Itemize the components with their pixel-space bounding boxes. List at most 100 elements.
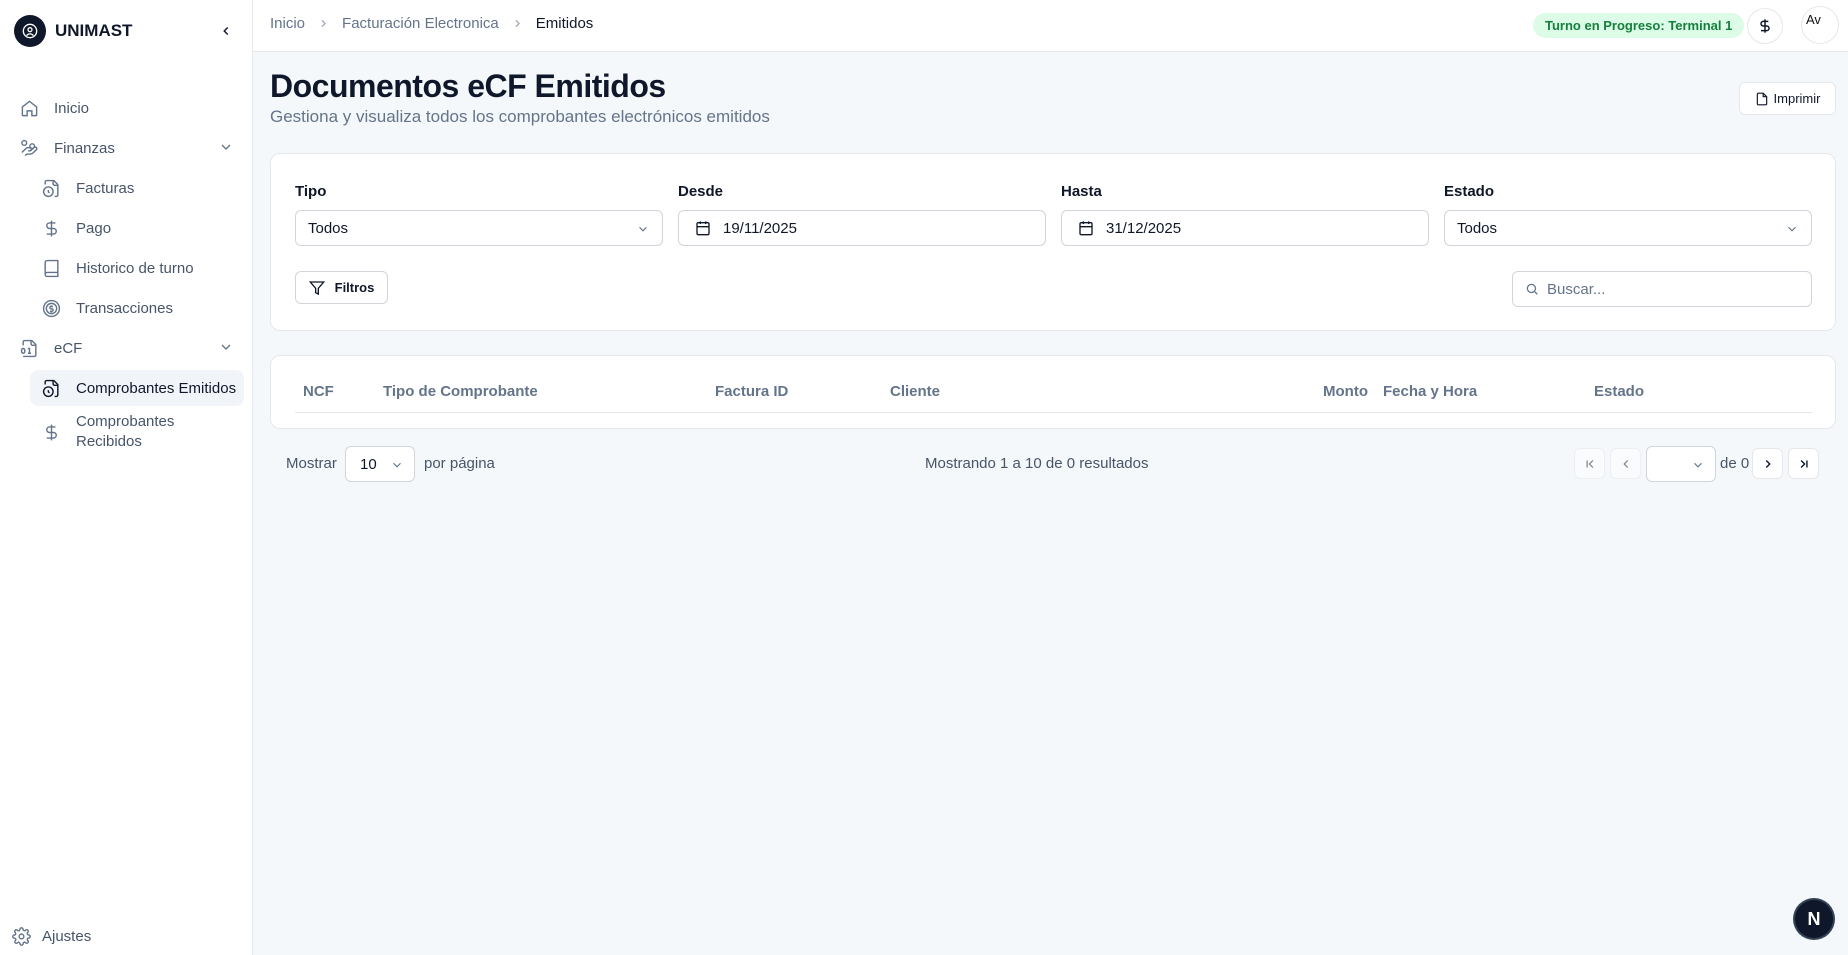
filter-icon (308, 280, 325, 295)
hand-coins-icon (18, 137, 40, 159)
calendar-icon (696, 221, 710, 236)
tipo-label: Tipo (295, 183, 327, 200)
sidebar-item-ajustes[interactable]: Ajustes (10, 922, 91, 950)
chevron-right-icon (317, 17, 330, 30)
book-icon (40, 257, 62, 279)
chevron-down-icon (1788, 226, 1796, 232)
circle-dollar-icon (40, 297, 62, 319)
desde-date-value: 19/11/2025 (723, 219, 797, 237)
chevron-left-icon (1622, 459, 1628, 468)
sidebar-item-label: eCF (54, 339, 83, 357)
chevron-down-icon (639, 226, 647, 232)
sidebar-item-label: Pago (76, 219, 112, 237)
print-button[interactable]: Imprimir (1739, 82, 1836, 115)
sidebar-item-pago[interactable]: Pago (30, 210, 244, 246)
chevron-right-icon (1765, 459, 1771, 468)
desde-label: Desde (678, 183, 724, 200)
sidebar-item-label: Comprobantes Emitidos (76, 379, 237, 397)
per-page-label: por página (424, 455, 495, 472)
dollar-icon (40, 217, 62, 239)
calendar-icon (1079, 221, 1093, 236)
column-header-fecha[interactable]: Fecha y Hora (1383, 383, 1477, 400)
chevron-left-icon (223, 26, 229, 36)
sidebar-item-comprobantes-emitidos[interactable]: Comprobantes Emitidos (30, 370, 244, 406)
chevrons-first-icon (1586, 459, 1593, 468)
chevron-right-icon (511, 17, 524, 30)
column-header-estado[interactable]: Estado (1594, 383, 1644, 400)
file-clock-icon (40, 377, 62, 399)
avatar-alt-text: Av (1806, 12, 1821, 27)
shift-status-badge[interactable]: Turno en Progreso: Terminal 1 (1533, 13, 1745, 38)
column-header-monto[interactable]: Monto (1323, 383, 1368, 400)
per-page-select[interactable]: 10 (345, 446, 415, 482)
results-summary: Mostrando 1 a 10 de 0 resultados (925, 455, 1149, 472)
breadcrumb-facturacion[interactable]: Facturación Electronica (342, 15, 499, 32)
search-placeholder: Buscar... (1547, 280, 1606, 298)
show-label: Mostrar (286, 455, 337, 472)
file-icon (1756, 92, 1767, 105)
hasta-date-input[interactable]: 31/12/2025 (1061, 210, 1429, 246)
sidebar-item-label: Facturas (76, 179, 135, 197)
dollar-icon (1760, 19, 1770, 33)
topbar: Inicio Facturación Electronica Emitidos … (253, 0, 1848, 52)
filters-button-label: Filtros (334, 280, 375, 295)
home-icon (18, 97, 40, 119)
page-subtitle: Gestiona y visualiza todos los comproban… (270, 107, 770, 126)
breadcrumb-current: Emitidos (535, 15, 594, 32)
column-header-factura-id[interactable]: Factura ID (715, 383, 788, 400)
estado-label: Estado (1444, 183, 1495, 200)
print-button-label: Imprimir (1773, 91, 1821, 106)
currency-button[interactable] (1747, 8, 1783, 44)
chevron-down-icon (221, 144, 231, 150)
sidebar-item-ecf[interactable]: eCF (14, 330, 244, 366)
file-digit-icon (18, 337, 40, 359)
breadcrumb: Inicio Facturación Electronica Emitidos (270, 15, 593, 32)
sidebar-item-facturas[interactable]: Facturas (30, 170, 244, 206)
tipo-select[interactable]: Todos (295, 210, 663, 246)
previous-page-button[interactable] (1610, 448, 1641, 479)
brand-name: UNIMAST (55, 21, 133, 40)
page-title: Documentos eCF Emitidos (270, 68, 666, 104)
sidebar-item-transacciones[interactable]: Transacciones (30, 290, 244, 326)
desde-date-input[interactable]: 19/11/2025 (678, 210, 1046, 246)
sidebar-item-label: Finanzas (54, 139, 115, 157)
table-header-divider (295, 412, 1812, 413)
page-select[interactable] (1646, 446, 1716, 482)
collapse-sidebar-button[interactable] (216, 21, 236, 41)
filters-button[interactable]: Filtros (295, 271, 388, 304)
sidebar-item-label: Inicio (54, 99, 90, 117)
sidebar-item-label: Transacciones (76, 299, 173, 317)
per-page-value: 10 (360, 455, 377, 473)
avatar[interactable]: Av (1801, 6, 1839, 44)
column-header-cliente[interactable]: Cliente (890, 383, 940, 400)
chevron-down-icon (1694, 462, 1702, 468)
first-page-button[interactable] (1574, 448, 1605, 479)
brand: UNIMAST (14, 15, 240, 47)
sidebar-item-comprobantes-recibidos[interactable]: Comprobantes Recibidos (30, 410, 244, 454)
last-page-button[interactable] (1788, 448, 1819, 479)
sidebar-item-historico-de-turno[interactable]: Historico de turno (30, 250, 244, 286)
page-count-label: de 0 (1720, 455, 1750, 472)
estado-select[interactable]: Todos (1444, 210, 1812, 246)
sidebar-item-finanzas[interactable]: Finanzas (14, 130, 244, 166)
sidebar-item-label: Historico de turno (76, 259, 194, 277)
dev-tools-badge[interactable]: N (1795, 900, 1833, 938)
chevrons-last-icon (1800, 459, 1808, 468)
sidebar-item-inicio[interactable]: Inicio (14, 90, 244, 126)
column-header-tipo[interactable]: Tipo de Comprobante (383, 383, 538, 400)
dollar-icon (40, 421, 62, 443)
brand-logo-icon (14, 15, 46, 47)
search-input[interactable]: Buscar... (1512, 271, 1812, 307)
results-table: NCF Tipo de Comprobante Factura ID Clien… (270, 355, 1836, 429)
gear-icon (10, 925, 32, 947)
column-header-ncf[interactable]: NCF (303, 383, 334, 400)
search-icon (1526, 283, 1538, 295)
filter-card: Tipo Todos Desde 19/11/2025 Hasta 31/12/… (270, 153, 1836, 331)
file-clock-icon (40, 177, 62, 199)
breadcrumb-inicio[interactable]: Inicio (270, 15, 305, 32)
next-page-button[interactable] (1752, 448, 1783, 479)
sidebar-item-label: Comprobantes Recibidos (76, 413, 175, 450)
hasta-label: Hasta (1061, 183, 1102, 200)
sidebar: UNIMAST Inicio Finanzas Facturas Pago Hi… (0, 0, 253, 955)
settings-label: Ajustes (42, 927, 92, 945)
